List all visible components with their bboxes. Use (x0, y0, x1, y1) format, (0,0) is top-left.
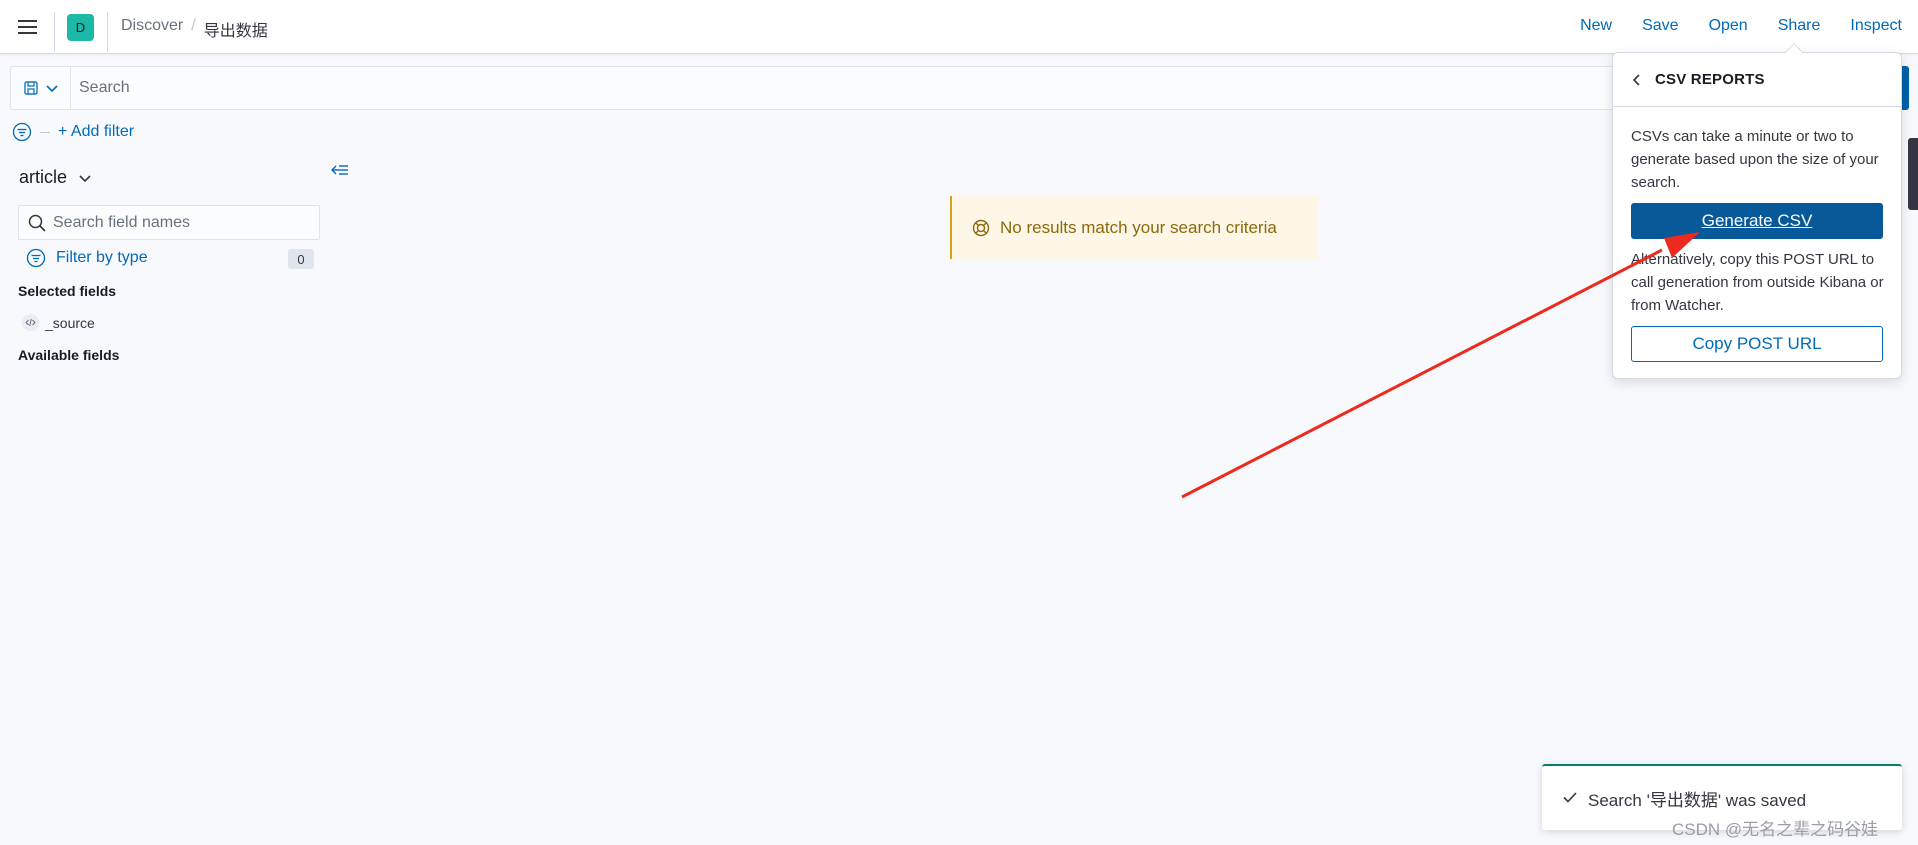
no-results-text: No results match your search criteria (1000, 217, 1277, 237)
top-header: D Discover / 导出数据 New Save Open Share In… (0, 0, 1918, 54)
chevron-left-icon (1632, 73, 1640, 86)
save-link[interactable]: Save (1642, 17, 1678, 35)
filter-bar: + Add filter (12, 122, 134, 142)
index-pattern-selector[interactable]: article (19, 167, 93, 188)
generate-csv-button[interactable]: Generate CSV (1631, 203, 1883, 239)
popover-alt-text: Alternatively, copy this POST URL to cal… (1631, 251, 1884, 314)
breadcrumb-separator: / (191, 17, 196, 34)
toast-message: Search '导出数据' was saved (1588, 791, 1807, 810)
space-avatar[interactable]: D (67, 14, 94, 41)
save-icon (23, 81, 38, 95)
field-name: _source (45, 314, 95, 331)
top-nav-menu: New Save Open Share Inspect (1580, 17, 1902, 35)
side-panel-handle (1908, 138, 1918, 210)
menu-button[interactable] (0, 0, 54, 54)
filter-icon[interactable] (12, 122, 32, 142)
new-link[interactable]: New (1580, 17, 1612, 35)
saved-query-button[interactable] (11, 67, 71, 109)
index-pattern-label: article (19, 167, 68, 187)
collapse-left-icon (331, 165, 348, 175)
field-item-source[interactable]: _source (22, 314, 95, 331)
no-results-callout: No results match your search criteria (950, 196, 1318, 259)
watermark: CSDN @无名之辈之码谷娃 (1672, 820, 1879, 839)
csv-reports-popover: CSV REPORTS CSVs can take a minute or tw… (1612, 52, 1902, 379)
filter-by-type-button[interactable]: Filter by type (26, 248, 148, 268)
check-icon (1563, 792, 1577, 803)
add-filter-button[interactable]: + Add filter (58, 123, 134, 141)
header-divider (54, 12, 55, 52)
popover-title: CSV REPORTS (1655, 71, 1765, 88)
chevron-down-icon (79, 174, 91, 182)
query-bar (10, 66, 1620, 110)
selected-fields-title: Selected fields (18, 283, 117, 299)
help-lifebuoy-icon (972, 219, 990, 236)
code-icon (22, 314, 39, 331)
filter-divider (40, 131, 50, 133)
share-link[interactable]: Share (1778, 17, 1821, 35)
hamburger-icon (17, 19, 37, 35)
field-search-input[interactable] (53, 212, 313, 234)
open-link[interactable]: Open (1709, 17, 1748, 35)
inspect-link[interactable]: Inspect (1850, 17, 1902, 35)
breadcrumb-current: 导出数据 (203, 23, 268, 40)
filter-count-badge: 0 (288, 249, 314, 269)
filter-by-type-label: Filter by type (56, 249, 148, 266)
breadcrumb-discover[interactable]: Discover (121, 17, 183, 41)
popover-back-header[interactable]: CSV REPORTS (1613, 53, 1901, 107)
breadcrumb: Discover / 导出数据 (121, 17, 268, 41)
popover-description: CSVs can take a minute or two to generat… (1631, 128, 1879, 191)
filter-icon (26, 248, 46, 268)
search-input[interactable] (79, 75, 1579, 101)
search-icon (28, 214, 46, 237)
header-divider (107, 12, 108, 52)
field-search-box (18, 205, 320, 240)
copy-post-url-button[interactable]: Copy POST URL (1631, 326, 1883, 362)
collapse-sidebar-button[interactable] (331, 162, 349, 183)
chevron-down-icon (45, 85, 58, 93)
available-fields-title: Available fields (18, 347, 120, 363)
